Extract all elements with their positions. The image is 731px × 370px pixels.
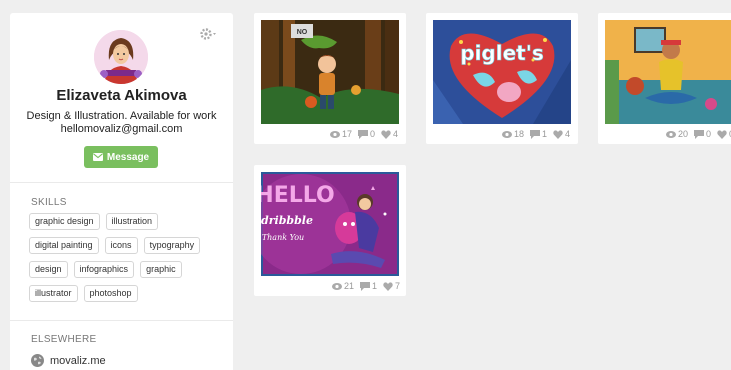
comments-count: 1	[371, 281, 377, 291]
likes-stat: 0	[717, 129, 731, 139]
skill-tag[interactable]: illustration	[105, 213, 159, 230]
heart-icon	[383, 281, 393, 291]
comments-stat: 0	[357, 129, 375, 139]
shot-art-text: Thank You	[262, 233, 304, 242]
comments-count: 0	[369, 129, 375, 139]
likes-count: 7	[394, 281, 400, 291]
svg-text:NO: NO	[297, 29, 308, 36]
likes-count: 4	[392, 129, 398, 139]
shot-thumbnail[interactable]: NO	[261, 20, 399, 124]
bio-text: Design & Illustration. Available for wor…	[26, 110, 217, 122]
skill-tag[interactable]: graphic	[140, 261, 182, 278]
comments-count: 0	[705, 129, 711, 139]
heart-icon	[381, 129, 391, 139]
eye-icon	[665, 130, 676, 138]
shot-stats: 17 0 4	[329, 129, 398, 139]
comments-stat: 1	[359, 281, 377, 291]
views-count: 21	[343, 281, 354, 291]
shot-thumbnail[interactable]: piglet's	[433, 20, 571, 124]
likes-stat: 7	[383, 281, 400, 291]
skill-tag[interactable]: photoshop	[83, 285, 138, 302]
heart-icon	[717, 129, 727, 139]
views-stat: 17	[329, 129, 352, 139]
views-stat: 20	[665, 129, 688, 139]
likes-count: 4	[564, 129, 570, 139]
eye-icon	[329, 130, 340, 138]
divider	[10, 182, 233, 183]
eye-icon	[331, 282, 342, 290]
comments-count: 1	[541, 129, 547, 139]
divider	[10, 320, 233, 321]
profile-name: Elizaveta Akimova	[56, 87, 187, 104]
skills-list: graphic design illustration digital pain…	[29, 213, 225, 309]
views-count: 18	[513, 129, 524, 139]
skill-tag[interactable]: design	[29, 261, 68, 278]
comment-icon	[359, 281, 370, 291]
shot-card[interactable]: HELLO dribbble Thank You 21 1 7	[254, 165, 406, 296]
globe-icon	[31, 354, 44, 367]
views-stat: 18	[501, 129, 524, 139]
shot-card[interactable]: 20 0 0	[598, 13, 731, 144]
message-label: Message	[106, 151, 150, 163]
shot-thumbnail[interactable]: HELLO dribbble Thank You	[261, 172, 399, 276]
skill-tag[interactable]: illustrator	[29, 285, 78, 302]
shot-card[interactable]: piglet's 18 1 4	[426, 13, 578, 144]
skill-tag[interactable]: infographics	[73, 261, 135, 278]
profile-card: Elizaveta Akimova Design & Illustration.…	[10, 13, 233, 370]
shot-stats: 21 1 7	[331, 281, 400, 291]
avatar[interactable]	[94, 30, 148, 84]
comment-icon	[529, 129, 540, 139]
comment-icon	[693, 129, 704, 139]
likes-stat: 4	[553, 129, 570, 139]
views-count: 17	[341, 129, 352, 139]
views-count: 20	[677, 129, 688, 139]
eye-icon	[501, 130, 512, 138]
message-button[interactable]: Message	[84, 146, 158, 168]
skill-tag[interactable]: digital painting	[29, 237, 99, 254]
elsewhere-link[interactable]: movaliz.me	[31, 354, 106, 367]
shot-art-text: dribbble	[261, 214, 313, 227]
shot-art-text: piglet's	[460, 41, 544, 65]
comments-stat: 0	[693, 129, 711, 139]
elsewhere-title: ELSEWHERE	[31, 334, 97, 345]
shot-stats: 18 1 4	[501, 129, 570, 139]
bio-email[interactable]: hellomovaliz@gmail.com	[18, 123, 225, 136]
skills-title: SKILLS	[31, 197, 67, 208]
skill-tag[interactable]: typography	[143, 237, 201, 254]
likes-stat: 4	[381, 129, 398, 139]
profile-bio: Design & Illustration. Available for wor…	[18, 110, 225, 136]
skill-tag[interactable]: icons	[104, 237, 138, 254]
gear-icon[interactable]	[199, 27, 219, 41]
shot-thumbnail[interactable]	[605, 20, 731, 124]
skill-tag[interactable]: graphic design	[29, 213, 100, 230]
comment-icon	[357, 129, 368, 139]
heart-icon	[553, 129, 563, 139]
comments-stat: 1	[529, 129, 547, 139]
shot-stats: 20 0 0	[665, 129, 731, 139]
shot-art-text: HELLO	[261, 183, 335, 208]
envelope-icon	[92, 153, 103, 161]
views-stat: 21	[331, 281, 354, 291]
elsewhere-link-text: movaliz.me	[50, 354, 106, 367]
shot-card[interactable]: NO 17 0 4	[254, 13, 406, 144]
